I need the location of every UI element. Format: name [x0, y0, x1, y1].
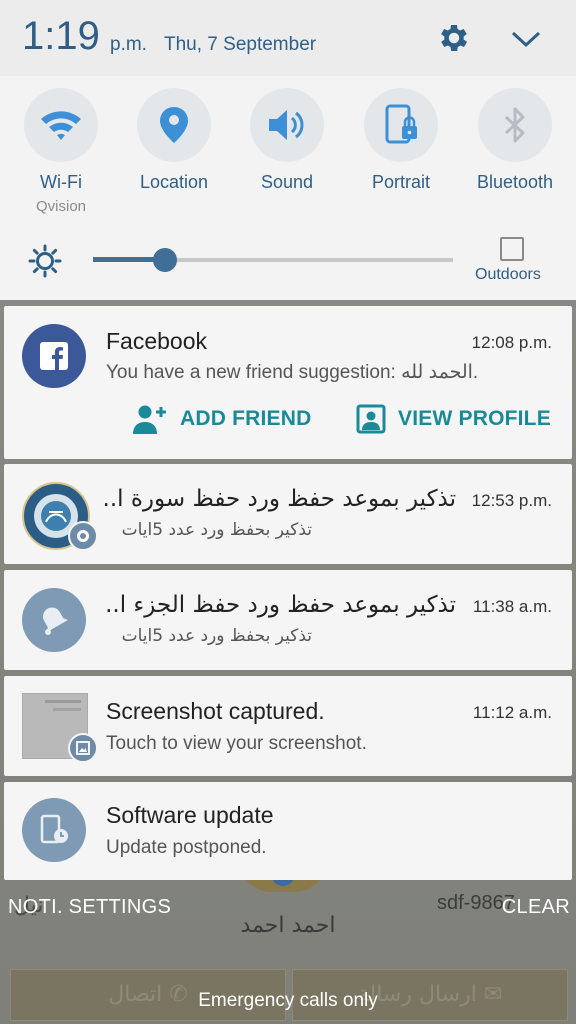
view-profile-label: VIEW PROFILE [398, 407, 551, 430]
quran-small-badge-icon [68, 521, 98, 551]
wifi-label: Wi-Fi [40, 172, 82, 192]
notification-body: You have a new friend suggestion: الحمد … [106, 362, 479, 383]
notification-time: 12:53 p.m. [471, 491, 552, 510]
add-friend-icon [133, 405, 166, 434]
notification-time: 12:08 p.m. [471, 333, 552, 352]
outdoors-checkbox[interactable] [500, 237, 524, 261]
outdoors-label: Outdoors [475, 266, 541, 283]
toggle-portrait[interactable]: Portrait [346, 88, 456, 193]
portrait-label: Portrait [371, 172, 431, 192]
location-icon [137, 88, 211, 162]
notification-reminder[interactable]: تذكير بموعد حفظ ورد حفظ الجزء ا.. 11:38 … [4, 570, 572, 670]
notification-body: تذكير بحفظ ورد عدد 5ايات [121, 520, 312, 540]
sound-icon [250, 88, 324, 162]
facebook-icon [22, 324, 86, 388]
status-bar: 1:19 p.m. Thu, 7 September [0, 0, 576, 76]
view-profile-button[interactable]: VIEW PROFILE [356, 404, 551, 434]
bell-icon [22, 588, 86, 652]
view-profile-icon [356, 404, 386, 434]
wifi-icon [24, 88, 98, 162]
software-update-icon [22, 798, 86, 862]
notification-time: 11:38 a.m. [472, 597, 552, 616]
notification-title: Software update [106, 802, 274, 828]
toggle-bluetooth[interactable]: Bluetooth [460, 88, 570, 193]
location-label: Location [139, 172, 209, 192]
clear-button[interactable]: CLEAR [502, 896, 570, 919]
add-friend-label: ADD FRIEND [180, 407, 312, 430]
notification-quran-reminder[interactable]: تذكير بموعد حفظ ورد حفظ سورة ا.. 12:53 p… [4, 464, 572, 564]
quick-panel: 1:19 p.m. Thu, 7 September Wi-Fi Qvision… [0, 0, 576, 300]
notification-title: تذكير بموعد حفظ ورد حفظ سورة ا.. [102, 486, 456, 512]
notification-facebook[interactable]: Facebook 12:08 p.m. You have a new frien… [4, 306, 572, 459]
add-friend-button[interactable]: ADD FRIEND [132, 404, 312, 434]
collapse-chevron-icon[interactable] [508, 24, 544, 54]
notification-title: Screenshot captured. [106, 698, 325, 724]
clock-date: Thu, 7 September [164, 34, 317, 55]
notification-software-update[interactable]: Software update Update postponed. [4, 782, 572, 880]
toggle-location[interactable]: Location [119, 88, 229, 193]
toggle-sound[interactable]: Sound [232, 88, 342, 193]
emergency-calls-text: Emergency calls only [198, 990, 378, 1011]
toggle-wifi[interactable]: Wi-Fi Qvision [6, 88, 116, 215]
wifi-network-name: Qvision [35, 198, 87, 215]
brightness-slider-thumb[interactable] [153, 248, 177, 272]
notification-body: Touch to view your screenshot. [106, 733, 367, 754]
notification-title: تذكير بموعد حفظ ورد حفظ الجزء ا.. [105, 592, 456, 618]
noti-settings-button[interactable]: NOTI. SETTINGS [8, 896, 171, 919]
sound-label: Sound [260, 172, 314, 192]
notification-body: تذكير بحفظ ورد عدد 5ايات [121, 626, 312, 646]
notification-body: Update postponed. [106, 837, 267, 858]
clock-time: 1:19 [22, 14, 100, 58]
brightness-sun-icon [28, 244, 62, 278]
gallery-image-icon [68, 733, 98, 763]
portrait-lock-icon [364, 88, 438, 162]
clock-ampm: p.m. [110, 34, 147, 55]
notification-screenshot[interactable]: Screenshot captured. 11:12 a.m. Touch to… [4, 676, 572, 776]
bluetooth-label: Bluetooth [476, 172, 554, 192]
notification-time: 11:12 a.m. [472, 703, 552, 722]
notification-title: Facebook [106, 328, 208, 354]
bluetooth-icon [478, 88, 552, 162]
settings-gear-icon[interactable] [436, 20, 472, 56]
